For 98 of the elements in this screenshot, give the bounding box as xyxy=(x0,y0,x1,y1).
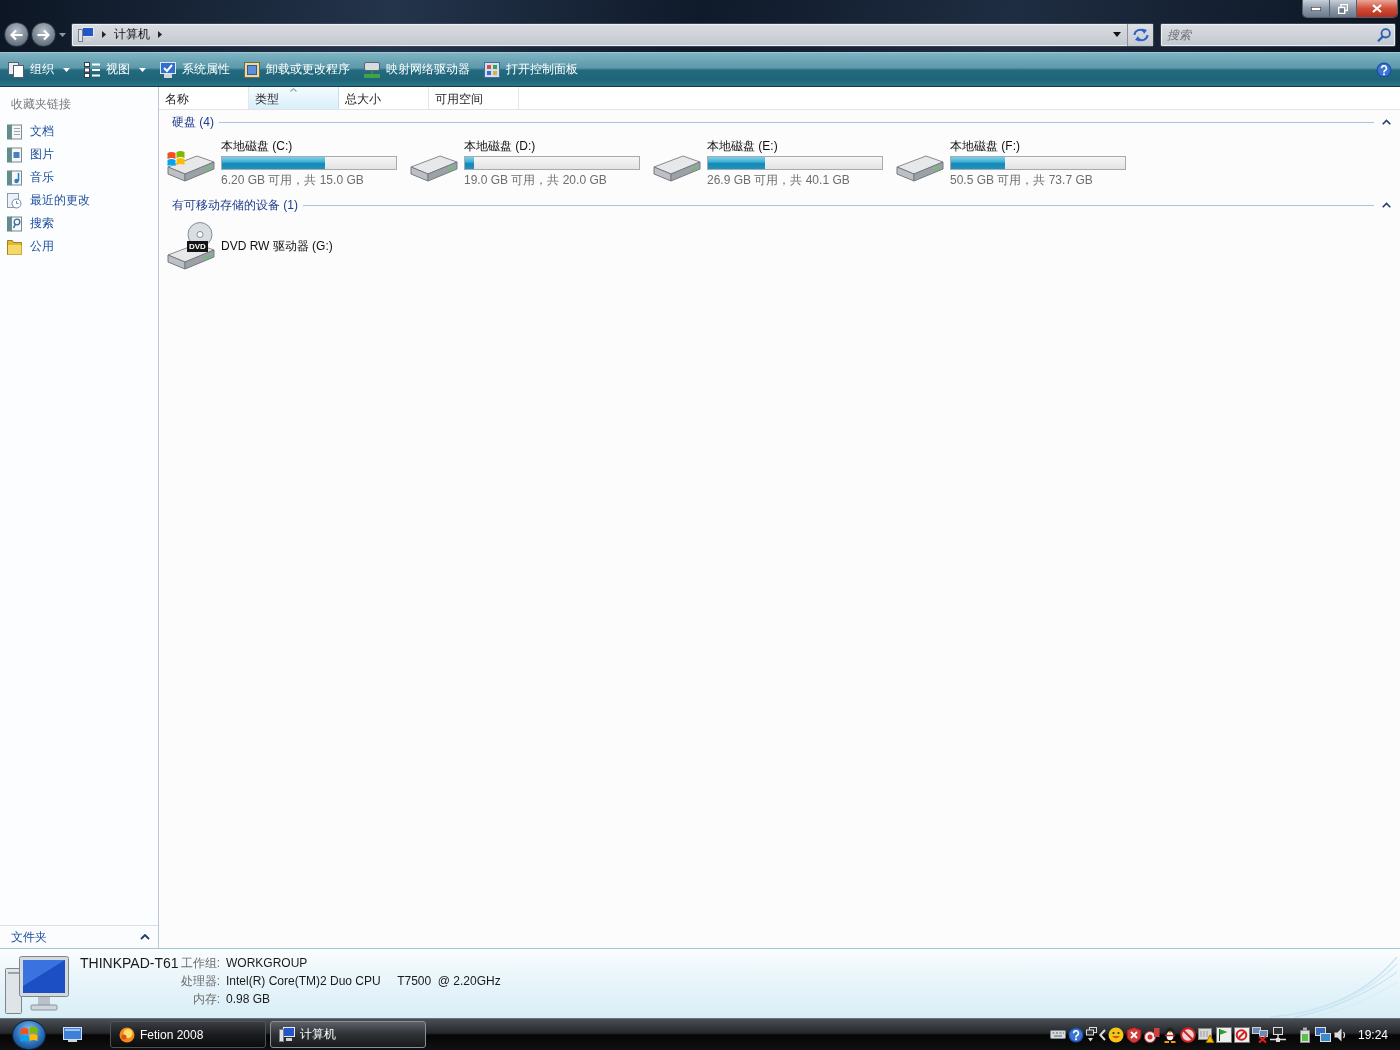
drive-name: DVD RW 驱动器 (G:) xyxy=(221,238,333,254)
shield-icon[interactable] xyxy=(1125,1026,1142,1043)
windows-stack-icon[interactable] xyxy=(1085,1027,1097,1042)
search-folder-icon xyxy=(7,215,22,232)
drive-name: 本地磁盘 (E:) xyxy=(707,138,779,154)
close-icon xyxy=(1372,4,1382,13)
drive-name: 本地磁盘 (D:) xyxy=(464,138,537,154)
help-icon[interactable] xyxy=(1376,61,1392,78)
detail-value: Intel(R) Core(TM)2 Duo CPU T7500 @ 2.20GHz xyxy=(226,974,501,988)
network-error-icon[interactable] xyxy=(1251,1026,1268,1043)
taskbar-button[interactable]: Fetion 2008 xyxy=(110,1021,266,1048)
sidebar-link[interactable]: 最近的更改 xyxy=(0,189,158,212)
toolbar-button[interactable]: 视图 xyxy=(78,53,152,86)
control-panel-icon xyxy=(484,61,500,78)
flag-window-icon[interactable] xyxy=(1215,1026,1232,1043)
column-header[interactable]: 总大小 xyxy=(339,87,429,109)
help-icon[interactable] xyxy=(1067,1026,1084,1043)
detail-label: 内存: xyxy=(192,990,220,1008)
sidebar-link[interactable]: 搜索 xyxy=(0,212,158,235)
network-monitors-icon[interactable] xyxy=(1314,1027,1331,1042)
detail-label: 处理器: xyxy=(180,972,220,990)
network-icon[interactable] xyxy=(1269,1027,1286,1042)
monitor-check-icon xyxy=(160,61,176,78)
caret-icon[interactable] xyxy=(59,32,66,37)
minimize-button[interactable] xyxy=(1303,0,1330,17)
back-arrow-icon xyxy=(10,28,23,41)
restore-icon xyxy=(1338,3,1348,14)
column-header[interactable]: 可用空间 xyxy=(429,87,519,109)
breadcrumb-arrow-icon[interactable] xyxy=(102,31,106,38)
group-title[interactable]: 硬盘 (4) xyxy=(172,113,214,131)
calendar-warning-icon[interactable] xyxy=(1197,1026,1214,1043)
music-icon xyxy=(7,169,22,186)
drive-name: 本地磁盘 (C:) xyxy=(221,138,294,154)
sidebar-link[interactable]: 公用 xyxy=(0,235,158,258)
computer-name: THINKPAD-T61 xyxy=(80,955,176,971)
collapse-icon[interactable] xyxy=(1382,202,1391,208)
forward-button[interactable] xyxy=(31,22,56,47)
chevron-left-icon[interactable] xyxy=(1098,1028,1106,1041)
app-icon xyxy=(119,1026,135,1043)
computer-icon xyxy=(78,27,94,42)
breadcrumb-arrow-icon[interactable] xyxy=(158,31,162,38)
detail-value: 0.98 GB xyxy=(226,992,272,1006)
free-space-text: 6.20 GB 可用，共 15.0 GB xyxy=(221,172,365,188)
toolbar-button[interactable]: 映射网络驱动器 xyxy=(358,53,476,86)
computer-icon xyxy=(5,956,69,1014)
battery-icon[interactable] xyxy=(1297,1026,1312,1043)
detail-value: WORKGROUP xyxy=(226,956,309,970)
search-field[interactable]: 搜索 xyxy=(1160,22,1396,47)
free-space-text: 50.5 GB 可用，共 73.7 GB xyxy=(950,172,1094,188)
document-icon xyxy=(7,123,22,140)
folder-icon xyxy=(7,238,22,255)
restore-button[interactable] xyxy=(1330,0,1357,17)
breadcrumb-item[interactable]: 计算机 xyxy=(114,26,150,43)
group-title[interactable]: 有可移动存储的设备 (1) xyxy=(172,196,298,214)
free-space-text: 26.9 GB 可用，共 40.1 GB xyxy=(707,172,851,188)
program-icon xyxy=(244,61,260,78)
dvd-badge: DVD xyxy=(187,241,208,252)
start-button[interactable] xyxy=(12,1019,46,1050)
sidebar-link[interactable]: 图片 xyxy=(0,143,158,166)
pages-icon xyxy=(8,61,24,78)
section-heading: 收藏夹链接 xyxy=(10,96,72,113)
speaker-icon[interactable] xyxy=(1333,1027,1346,1042)
toolbar-button[interactable]: 打开控制面板 xyxy=(478,53,584,86)
caret-icon xyxy=(139,67,146,72)
view-list-icon xyxy=(84,61,100,78)
keyboard-icon[interactable] xyxy=(1049,1030,1066,1039)
minimize-icon xyxy=(1311,6,1321,11)
detail-label: 工作组: xyxy=(180,954,220,972)
windows-logo-icon xyxy=(20,1026,38,1043)
taskbar-button[interactable]: 计算机 xyxy=(270,1021,426,1048)
address-bar[interactable]: 计算机 xyxy=(71,22,1154,47)
show-desktop-icon[interactable] xyxy=(63,1027,82,1042)
smiley-icon[interactable] xyxy=(1107,1026,1124,1043)
search-icon[interactable] xyxy=(1377,27,1391,42)
computer-icon xyxy=(279,1026,295,1043)
clock[interactable]: 19:24 xyxy=(1357,1027,1388,1042)
refresh-button[interactable] xyxy=(1127,23,1153,46)
app-icon[interactable] xyxy=(1143,1026,1160,1043)
picture-icon xyxy=(7,146,22,163)
network-drive-icon xyxy=(364,61,380,78)
prohibited-icon[interactable] xyxy=(1179,1026,1196,1043)
collapse-icon[interactable] xyxy=(1382,119,1391,125)
drive-name: 本地磁盘 (F:) xyxy=(950,138,1021,154)
toolbar-button[interactable]: 组织 xyxy=(2,53,76,86)
toolbar-button[interactable]: 卸载或更改程序 xyxy=(238,53,356,86)
blocked-window-icon[interactable] xyxy=(1233,1026,1250,1043)
sidebar-link[interactable]: 文档 xyxy=(0,120,158,143)
sidebar-link[interactable]: 音乐 xyxy=(0,166,158,189)
dropdown-caret-icon[interactable] xyxy=(1113,32,1121,37)
column-header[interactable]: 类型 xyxy=(249,87,339,109)
back-button[interactable] xyxy=(4,22,29,47)
toolbar-button[interactable]: 系统属性 xyxy=(154,53,236,86)
free-space-text: 19.0 GB 可用，共 20.0 GB xyxy=(464,172,608,188)
refresh-icon xyxy=(1132,27,1149,42)
close-button[interactable] xyxy=(1357,0,1397,17)
recent-changes-icon xyxy=(7,192,22,209)
forward-arrow-icon xyxy=(37,28,50,41)
caret-icon xyxy=(63,67,70,72)
